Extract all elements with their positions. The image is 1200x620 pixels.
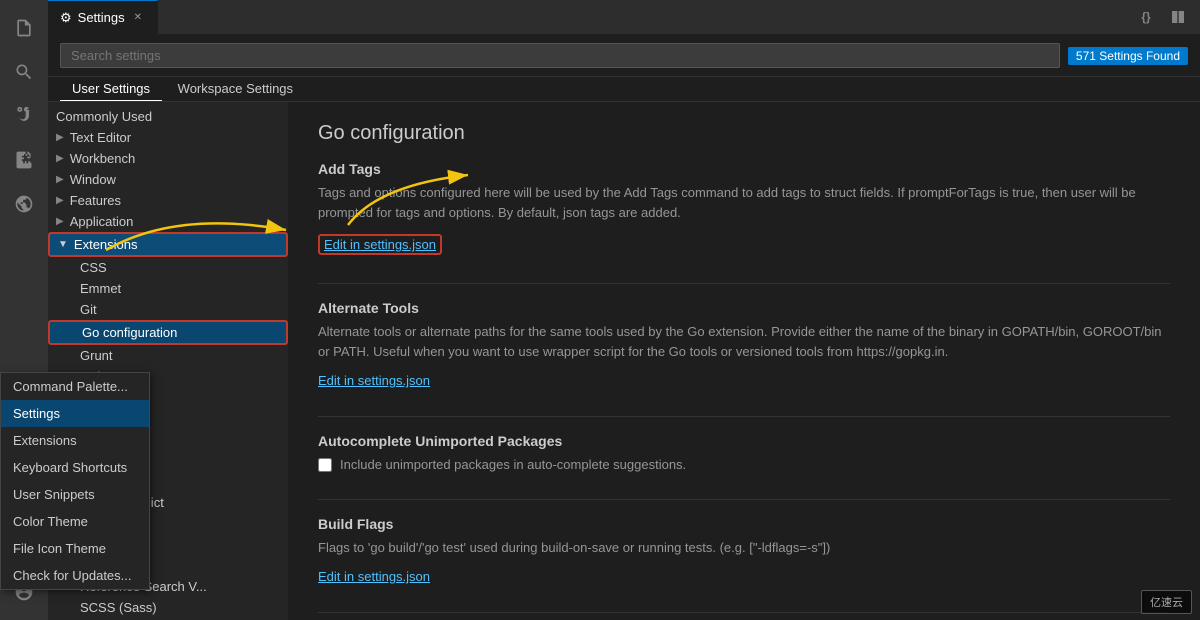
toolbar-right: {} [1132,0,1200,34]
build-flags-label: Build Flags [318,516,1170,532]
alternate-tools-edit-link[interactable]: Edit in settings.json [318,373,430,388]
tab-bar: ⚙ Settings ✕ {} [48,0,1200,35]
tree-label: Commonly Used [56,109,152,124]
tree-label: Emmet [80,281,121,296]
tree-label: Text Editor [70,130,131,145]
divider-1 [318,283,1170,284]
autocomplete-label: Autocomplete Unimported Packages [318,433,1170,449]
settings-tab[interactable]: ⚙ Settings ✕ [48,0,158,34]
context-menu-item-command-palette[interactable]: Command Palette... [1,373,149,400]
context-menu: Command Palette... Settings Extensions K… [0,372,150,590]
workspace-settings-tab[interactable]: Workspace Settings [166,77,305,101]
remote-icon[interactable] [4,184,44,224]
autocomplete-checkbox-row: Include unimported packages in auto-comp… [318,455,1170,475]
context-menu-item-check-for-updates[interactable]: Check for Updates... [1,562,149,589]
settings-nav: User Settings Workspace Settings [48,77,1200,102]
tree-label: Application [70,214,134,229]
section-title: Go configuration [318,122,1170,145]
split-editor-icon[interactable] [1164,3,1192,31]
settings-content: Go configuration Add Tags Tags and optio… [288,102,1200,620]
context-menu-item-file-icon-theme[interactable]: File Icon Theme [1,535,149,562]
tree-item-scss[interactable]: SCSS (Sass) [48,597,288,618]
tree-item-css[interactable]: CSS [48,257,288,278]
tree-item-commonly-used[interactable]: Commonly Used [48,106,288,127]
search-icon[interactable] [4,52,44,92]
tree-item-workbench[interactable]: ▶ Workbench [48,148,288,169]
autocomplete-section: Autocomplete Unimported Packages Include… [318,433,1170,475]
add-tags-description: Tags and options configured here will be… [318,183,1170,222]
tree-item-go-config[interactable]: Go configuration [48,320,288,345]
build-flags-edit-link[interactable]: Edit in settings.json [318,569,430,584]
activity-bar: Command Palette... Settings Extensions K… [0,0,48,620]
tree-item-git[interactable]: Git [48,299,288,320]
build-flags-section: Build Flags Flags to 'go build'/'go test… [318,516,1170,589]
settings-tab-label: Settings [78,10,125,25]
extensions-icon[interactable] [4,140,44,180]
autocomplete-checkbox[interactable] [318,458,332,472]
tree-label: Workbench [70,151,136,166]
tree-item-window[interactable]: ▶ Window [48,169,288,190]
tree-arrow: ▶ [56,216,64,227]
tree-arrow: ▶ [56,195,64,206]
add-tags-edit-link[interactable]: Edit in settings.json [318,234,442,255]
close-tab-icon[interactable]: ✕ [131,11,145,24]
context-menu-item-extensions[interactable]: Extensions [1,427,149,454]
context-menu-item-user-snippets[interactable]: User Snippets [1,481,149,508]
tree-arrow: ▶ [56,174,64,185]
source-control-icon[interactable] [4,96,44,136]
context-menu-item-settings[interactable]: Settings [1,400,149,427]
tree-item-text-editor[interactable]: ▶ Text Editor [48,127,288,148]
settings-tab-icon: ⚙ [60,10,72,26]
context-menu-item-keyboard-shortcuts[interactable]: Keyboard Shortcuts [1,454,149,481]
main-area: ⚙ Settings ✕ {} 571 Settings Found User … [48,0,1200,620]
tree-item-extensions[interactable]: ▼ Extensions [48,232,288,257]
tree-label: Git [80,302,97,317]
search-badge: 571 Settings Found [1068,47,1188,65]
tree-label: Grunt [80,348,113,363]
add-tags-label: Add Tags [318,161,1170,177]
alternate-tools-section: Alternate Tools Alternate tools or alter… [318,300,1170,392]
tree-arrow: ▼ [58,239,68,250]
add-tags-section: Add Tags Tags and options configured her… [318,161,1170,259]
tree-label: CSS [80,260,107,275]
tree-label: Features [70,193,121,208]
divider-4 [318,612,1170,613]
user-settings-tab[interactable]: User Settings [60,77,162,101]
divider-2 [318,416,1170,417]
tree-item-features[interactable]: ▶ Features [48,190,288,211]
tree-label: Window [70,172,116,187]
alternate-tools-description: Alternate tools or alternate paths for t… [318,322,1170,361]
tree-label: Extensions [74,237,138,252]
tree-label: SCSS (Sass) [80,600,157,615]
files-icon[interactable] [4,8,44,48]
tree-arrow: ▶ [56,153,64,164]
tree-arrow: ▶ [56,132,64,143]
json-toolbar-icon[interactable]: {} [1132,3,1160,31]
tree-item-emmet[interactable]: Emmet [48,278,288,299]
divider-3 [318,499,1170,500]
content-split: Commonly Used ▶ Text Editor ▶ Workbench … [48,102,1200,620]
autocomplete-checkbox-label: Include unimported packages in auto-comp… [340,455,686,475]
search-input[interactable] [60,43,1060,68]
tree-label: Go configuration [82,325,177,340]
watermark: 亿速云 [1141,590,1192,614]
search-bar: 571 Settings Found [48,35,1200,77]
alternate-tools-label: Alternate Tools [318,300,1170,316]
context-menu-item-color-theme[interactable]: Color Theme [1,508,149,535]
tree-item-application[interactable]: ▶ Application [48,211,288,232]
tree-item-grunt[interactable]: Grunt [48,345,288,366]
build-flags-description: Flags to 'go build'/'go test' used durin… [318,538,1170,558]
